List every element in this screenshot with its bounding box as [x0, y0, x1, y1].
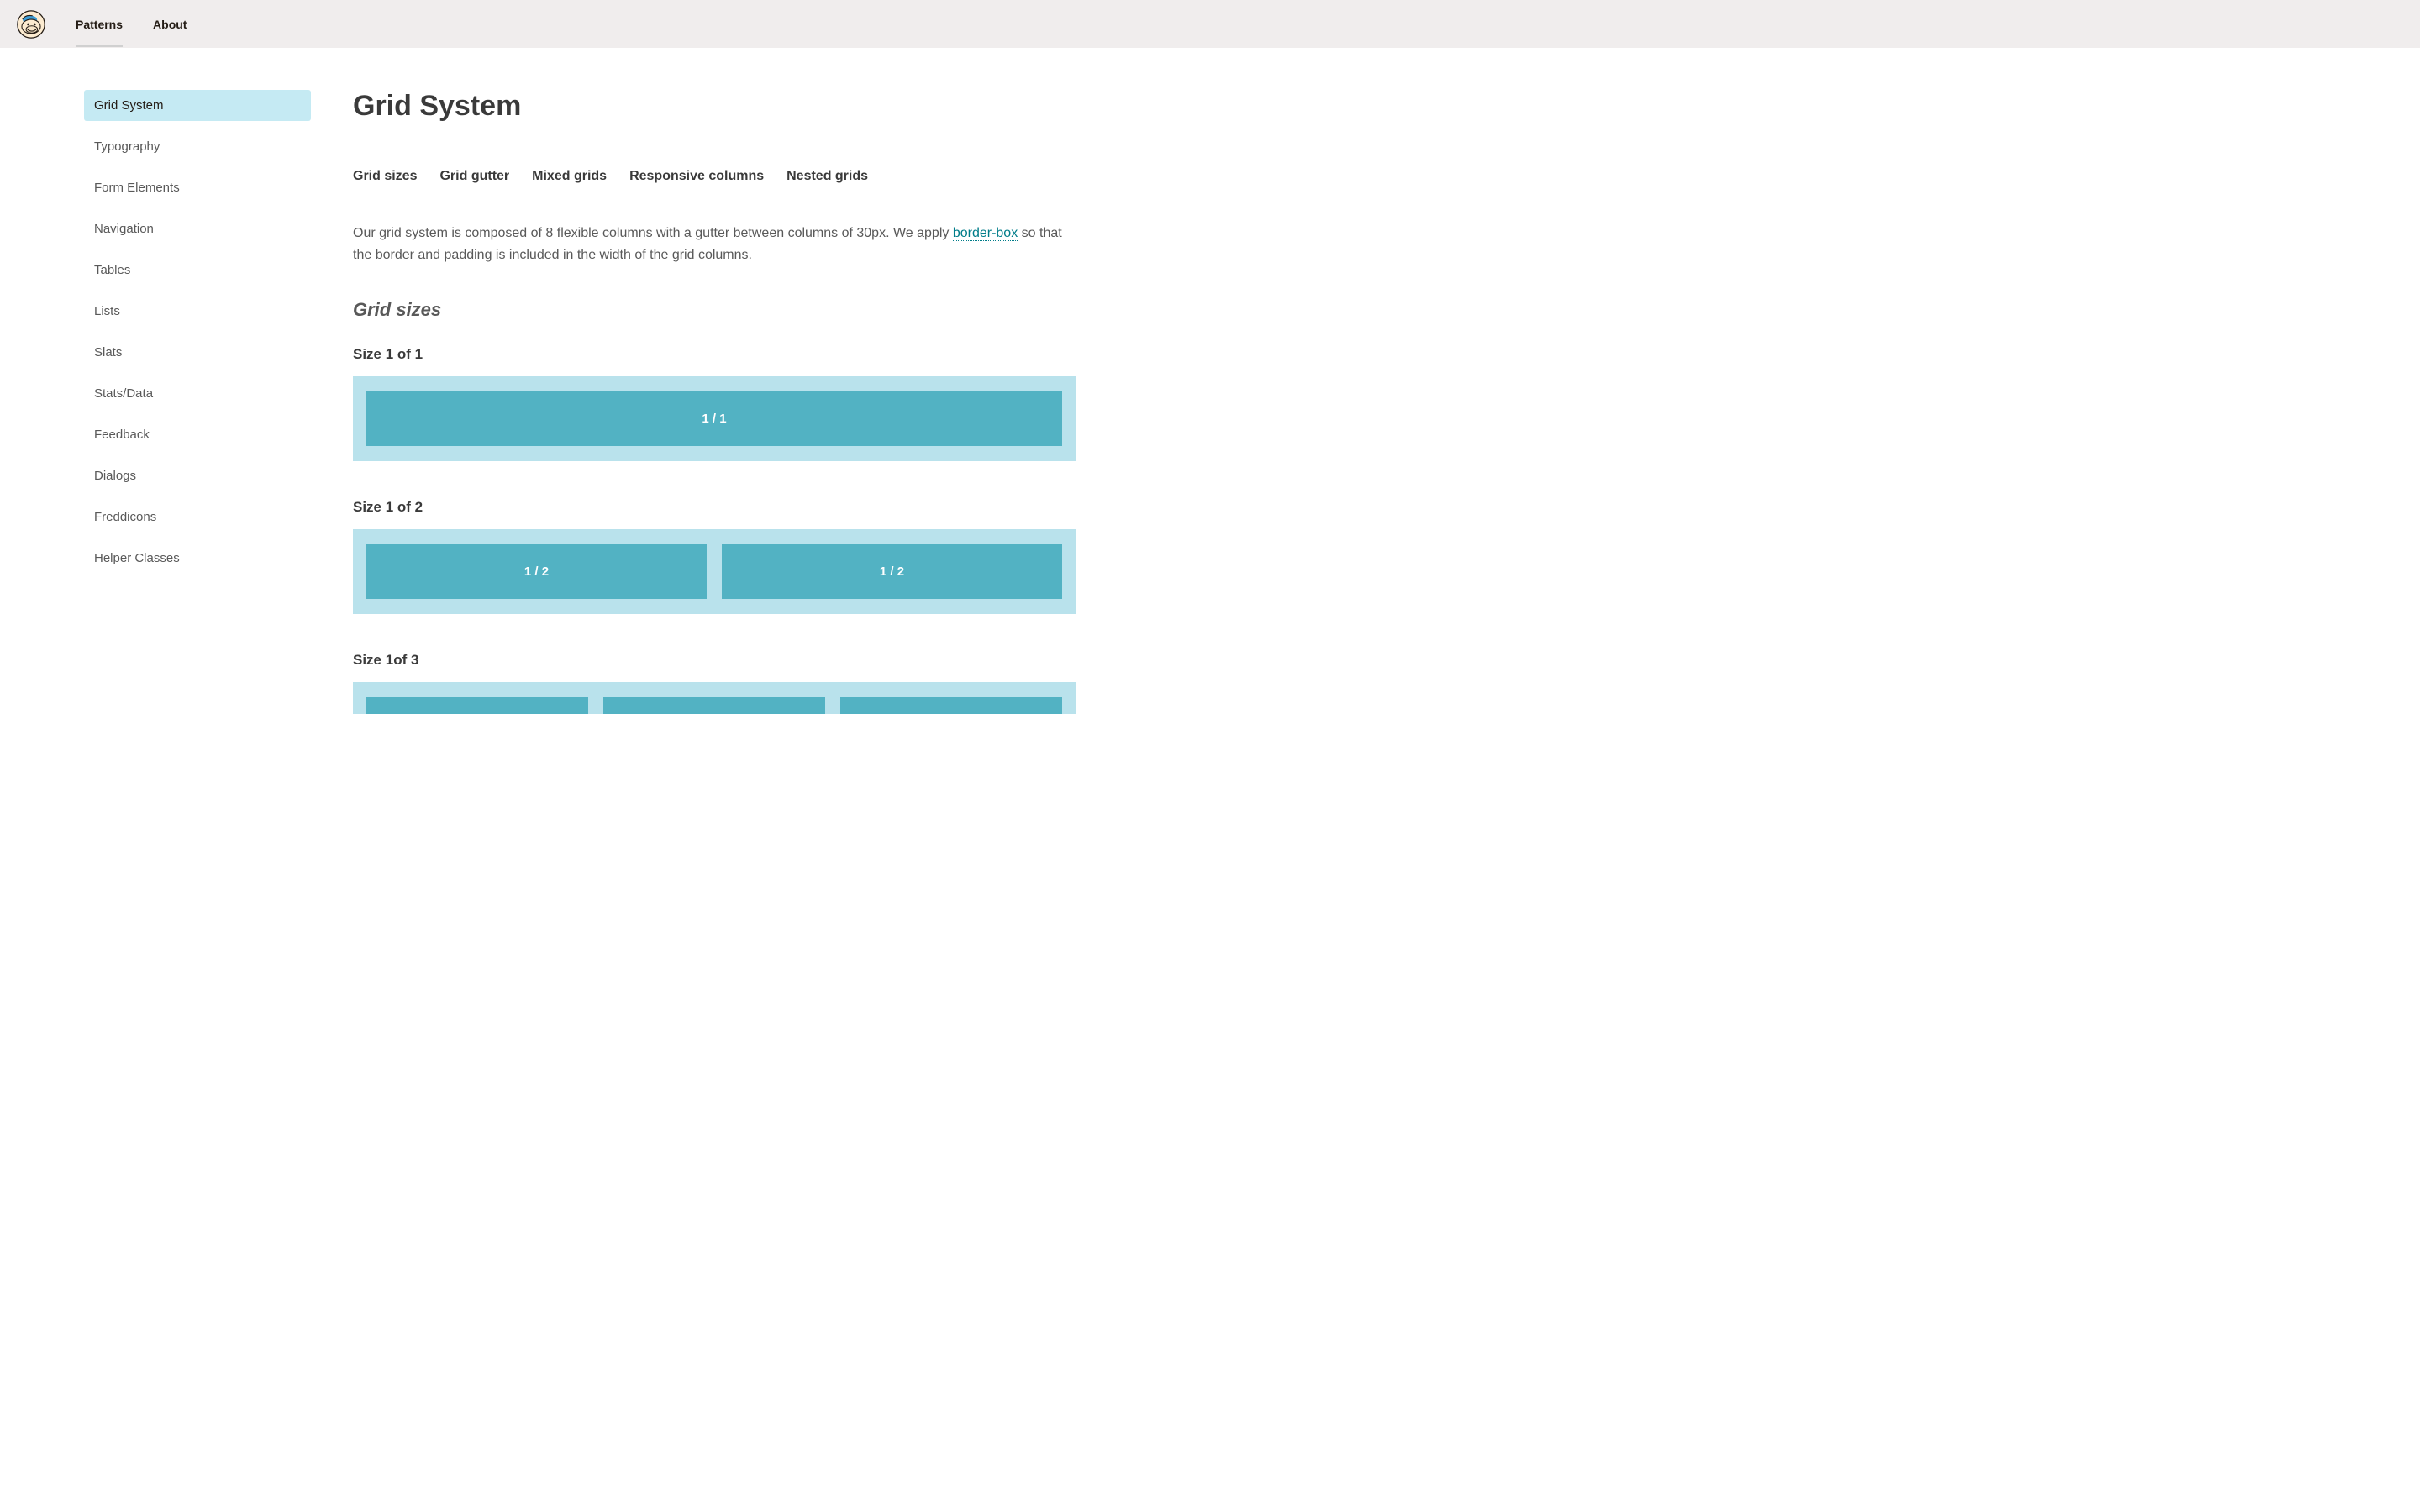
- demo-label-1of2: Size 1 of 2: [353, 499, 1076, 516]
- sidebar: Grid System Typography Form Elements Nav…: [84, 90, 311, 714]
- page-title: Grid System: [353, 90, 1076, 123]
- mailchimp-logo-icon[interactable]: [17, 10, 45, 39]
- demo-box-1of1: 1 / 1: [353, 376, 1076, 461]
- demo-cell: [603, 697, 825, 714]
- header-nav: Patterns About: [76, 2, 187, 47]
- section-title-grid-sizes: Grid sizes: [353, 299, 1076, 321]
- nav-link-about[interactable]: About: [153, 2, 187, 47]
- sidebar-item-typography[interactable]: Typography: [84, 131, 311, 162]
- tab-mixed-grids[interactable]: Mixed grids: [532, 169, 607, 184]
- sidebar-item-lists[interactable]: Lists: [84, 296, 311, 327]
- sidebar-item-freddicons[interactable]: Freddicons: [84, 501, 311, 533]
- demo-cell: [840, 697, 1062, 714]
- demo-cell: 1 / 2: [366, 544, 707, 599]
- demo-cell: 1 / 2: [722, 544, 1062, 599]
- demo-box-1of3: [353, 682, 1076, 714]
- demo-box-1of2: 1 / 2 1 / 2: [353, 529, 1076, 614]
- demo-label-1of3: Size 1of 3: [353, 652, 1076, 669]
- sidebar-item-navigation[interactable]: Navigation: [84, 213, 311, 244]
- tab-grid-gutter[interactable]: Grid gutter: [439, 169, 509, 184]
- intro-before: Our grid system is composed of 8 flexibl…: [353, 226, 953, 240]
- sidebar-item-dialogs[interactable]: Dialogs: [84, 460, 311, 491]
- demo-label-1of1: Size 1 of 1: [353, 346, 1076, 363]
- sidebar-item-slats[interactable]: Slats: [84, 337, 311, 368]
- section-tabs: Grid sizes Grid gutter Mixed grids Respo…: [353, 169, 1076, 197]
- page-container: Grid System Typography Form Elements Nav…: [0, 48, 2420, 756]
- header: Patterns About: [0, 0, 2420, 48]
- nav-link-patterns[interactable]: Patterns: [76, 2, 123, 47]
- intro-text: Our grid system is composed of 8 flexibl…: [353, 223, 1076, 265]
- sidebar-item-stats-data[interactable]: Stats/Data: [84, 378, 311, 409]
- sidebar-item-grid-system[interactable]: Grid System: [84, 90, 311, 121]
- main-content: Grid System Grid sizes Grid gutter Mixed…: [353, 90, 1076, 714]
- sidebar-item-form-elements[interactable]: Form Elements: [84, 172, 311, 203]
- tab-responsive-columns[interactable]: Responsive columns: [629, 169, 764, 184]
- border-box-link[interactable]: border-box: [953, 226, 1018, 241]
- demo-cell: [366, 697, 588, 714]
- demo-cell: 1 / 1: [366, 391, 1062, 446]
- sidebar-item-helper-classes[interactable]: Helper Classes: [84, 543, 311, 574]
- tab-grid-sizes[interactable]: Grid sizes: [353, 169, 417, 184]
- sidebar-item-tables[interactable]: Tables: [84, 255, 311, 286]
- sidebar-item-feedback[interactable]: Feedback: [84, 419, 311, 450]
- tab-nested-grids[interactable]: Nested grids: [786, 169, 868, 184]
